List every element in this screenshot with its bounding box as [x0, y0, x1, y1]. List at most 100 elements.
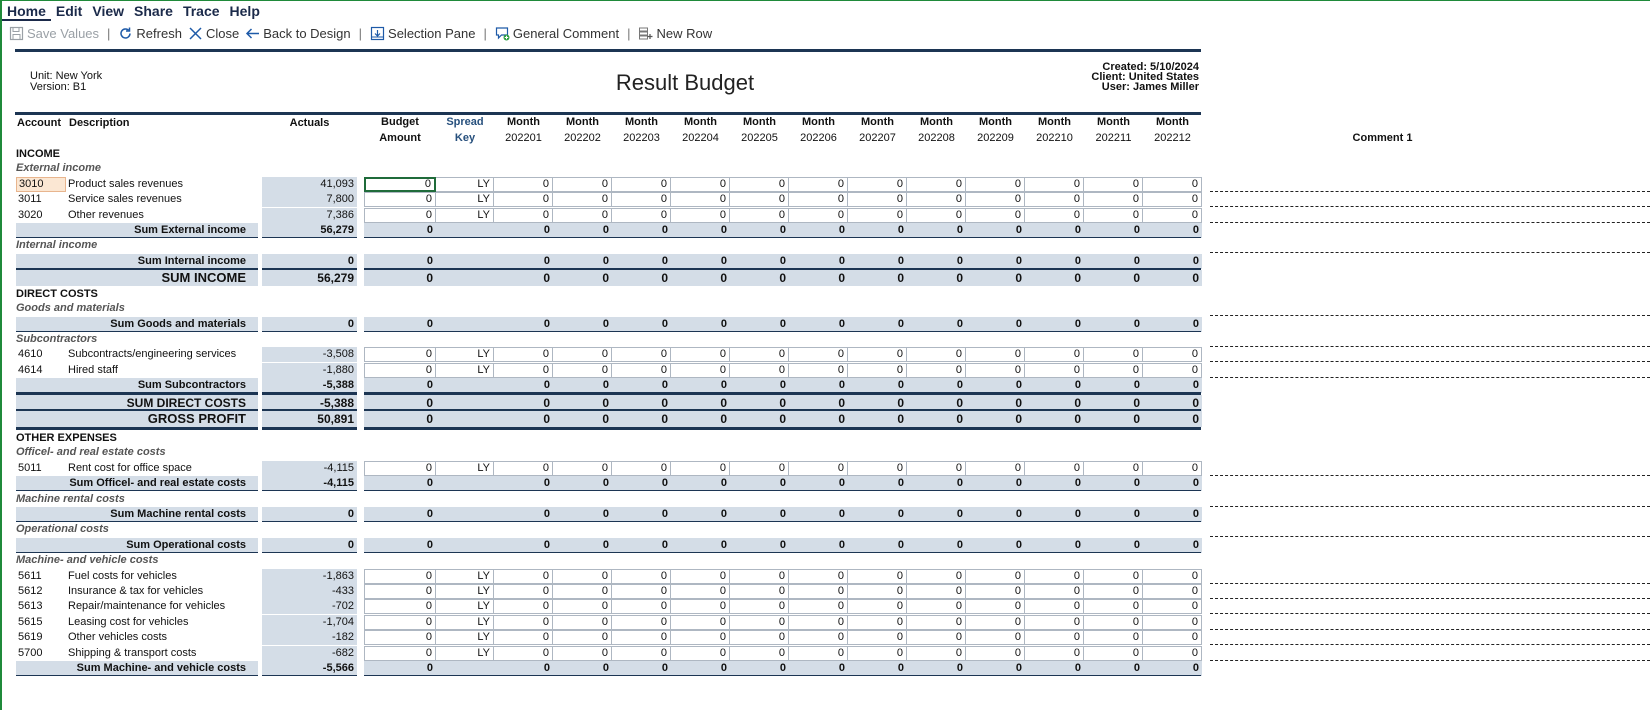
- account-cell[interactable]: 5613: [16, 599, 66, 614]
- comment-cell[interactable]: [1210, 584, 1650, 599]
- month-value-input[interactable]: 0: [494, 614, 553, 630]
- budget-amount-input[interactable]: 0: [364, 599, 436, 615]
- month-value-input[interactable]: 0: [730, 645, 789, 661]
- back-to-design-button[interactable]: Back to Design: [242, 23, 353, 43]
- spread-key-input[interactable]: LY: [436, 645, 494, 661]
- month-value-input[interactable]: 0: [1084, 362, 1143, 378]
- month-value-input[interactable]: 0: [730, 614, 789, 630]
- month-value-input[interactable]: 0: [730, 584, 789, 599]
- month-value-input[interactable]: 0: [907, 207, 966, 223]
- spread-key-input[interactable]: LY: [436, 599, 494, 615]
- month-value-input[interactable]: 0: [1084, 568, 1143, 584]
- month-value-input[interactable]: 0: [789, 460, 848, 476]
- month-value-input[interactable]: 0: [1143, 192, 1202, 208]
- month-value-input[interactable]: 0: [966, 207, 1025, 223]
- budget-amount-input[interactable]: 0: [364, 207, 436, 223]
- account-cell[interactable]: 3010: [16, 176, 66, 192]
- spread-key-input[interactable]: LY: [436, 614, 494, 630]
- month-value-input[interactable]: 0: [966, 630, 1025, 646]
- month-value-input[interactable]: 0: [612, 645, 671, 661]
- close-button[interactable]: Close: [185, 23, 242, 43]
- month-value-input[interactable]: 0: [553, 599, 612, 615]
- account-cell[interactable]: 5700: [16, 646, 66, 661]
- budget-amount-input[interactable]: 0: [364, 176, 436, 192]
- month-value-input[interactable]: 0: [612, 192, 671, 208]
- month-value-input[interactable]: 0: [671, 614, 730, 630]
- budget-amount-input[interactable]: 0: [364, 460, 436, 476]
- spread-key-input[interactable]: LY: [436, 192, 494, 208]
- month-value-input[interactable]: 0: [966, 614, 1025, 630]
- month-value-input[interactable]: 0: [1143, 207, 1202, 223]
- month-value-input[interactable]: 0: [1084, 645, 1143, 661]
- comment-cell[interactable]: [1210, 646, 1650, 661]
- month-value-input[interactable]: 0: [1143, 568, 1202, 584]
- month-value-input[interactable]: 0: [494, 460, 553, 476]
- month-value-input[interactable]: 0: [671, 584, 730, 599]
- month-value-input[interactable]: 0: [907, 192, 966, 208]
- account-cell[interactable]: 5615: [16, 615, 66, 630]
- month-value-input[interactable]: 0: [789, 362, 848, 378]
- month-value-input[interactable]: 0: [966, 176, 1025, 192]
- month-value-input[interactable]: 0: [966, 460, 1025, 476]
- comment-cell[interactable]: [1210, 630, 1650, 646]
- month-value-input[interactable]: 0: [1084, 176, 1143, 192]
- month-value-input[interactable]: 0: [1025, 347, 1084, 363]
- month-value-input[interactable]: 0: [612, 176, 671, 192]
- month-value-input[interactable]: 0: [848, 614, 907, 630]
- month-value-input[interactable]: 0: [494, 599, 553, 615]
- month-value-input[interactable]: 0: [848, 347, 907, 363]
- spread-key-input[interactable]: LY: [436, 347, 494, 363]
- account-cell[interactable]: 4610: [16, 347, 66, 362]
- budget-amount-input[interactable]: 0: [364, 362, 436, 378]
- month-value-input[interactable]: 0: [789, 630, 848, 646]
- month-value-input[interactable]: 0: [848, 460, 907, 476]
- month-value-input[interactable]: 0: [848, 645, 907, 661]
- month-value-input[interactable]: 0: [1084, 630, 1143, 646]
- month-value-input[interactable]: 0: [789, 176, 848, 192]
- month-value-input[interactable]: 0: [966, 192, 1025, 208]
- spread-key-input[interactable]: LY: [436, 362, 494, 378]
- month-value-input[interactable]: 0: [907, 362, 966, 378]
- month-value-input[interactable]: 0: [907, 630, 966, 646]
- budget-amount-input[interactable]: 0: [364, 630, 436, 646]
- budget-amount-input[interactable]: 0: [364, 568, 436, 584]
- month-value-input[interactable]: 0: [730, 192, 789, 208]
- month-value-input[interactable]: 0: [494, 568, 553, 584]
- menu-home[interactable]: Home: [2, 1, 51, 21]
- month-value-input[interactable]: 0: [494, 207, 553, 223]
- month-value-input[interactable]: 0: [671, 362, 730, 378]
- comment-cell[interactable]: [1210, 599, 1650, 615]
- month-value-input[interactable]: 0: [494, 630, 553, 646]
- month-value-input[interactable]: 0: [730, 568, 789, 584]
- month-value-input[interactable]: 0: [907, 614, 966, 630]
- month-value-input[interactable]: 0: [494, 362, 553, 378]
- spread-key-input[interactable]: LY: [436, 207, 494, 223]
- account-cell[interactable]: 4614: [16, 363, 66, 378]
- month-value-input[interactable]: 0: [1025, 614, 1084, 630]
- month-value-input[interactable]: 0: [848, 630, 907, 646]
- save-values-button[interactable]: Save Values: [6, 23, 102, 43]
- account-cell[interactable]: 3020: [16, 208, 66, 223]
- month-value-input[interactable]: 0: [730, 362, 789, 378]
- month-value-input[interactable]: 0: [1025, 176, 1084, 192]
- comment-cell[interactable]: [1210, 569, 1650, 584]
- month-value-input[interactable]: 0: [907, 176, 966, 192]
- menu-share[interactable]: Share: [129, 1, 178, 21]
- month-value-input[interactable]: 0: [553, 362, 612, 378]
- month-value-input[interactable]: 0: [671, 176, 730, 192]
- month-value-input[interactable]: 0: [789, 584, 848, 599]
- budget-amount-input[interactable]: 0: [364, 614, 436, 630]
- month-value-input[interactable]: 0: [1143, 362, 1202, 378]
- month-value-input[interactable]: 0: [671, 347, 730, 363]
- month-value-input[interactable]: 0: [553, 584, 612, 599]
- menu-view[interactable]: View: [87, 1, 129, 21]
- month-value-input[interactable]: 0: [1084, 599, 1143, 615]
- month-value-input[interactable]: 0: [1084, 584, 1143, 599]
- month-value-input[interactable]: 0: [1143, 614, 1202, 630]
- month-value-input[interactable]: 0: [612, 614, 671, 630]
- month-value-input[interactable]: 0: [966, 362, 1025, 378]
- selection-pane-button[interactable]: Selection Pane: [367, 23, 478, 43]
- month-value-input[interactable]: 0: [789, 347, 848, 363]
- month-value-input[interactable]: 0: [848, 568, 907, 584]
- month-value-input[interactable]: 0: [1025, 568, 1084, 584]
